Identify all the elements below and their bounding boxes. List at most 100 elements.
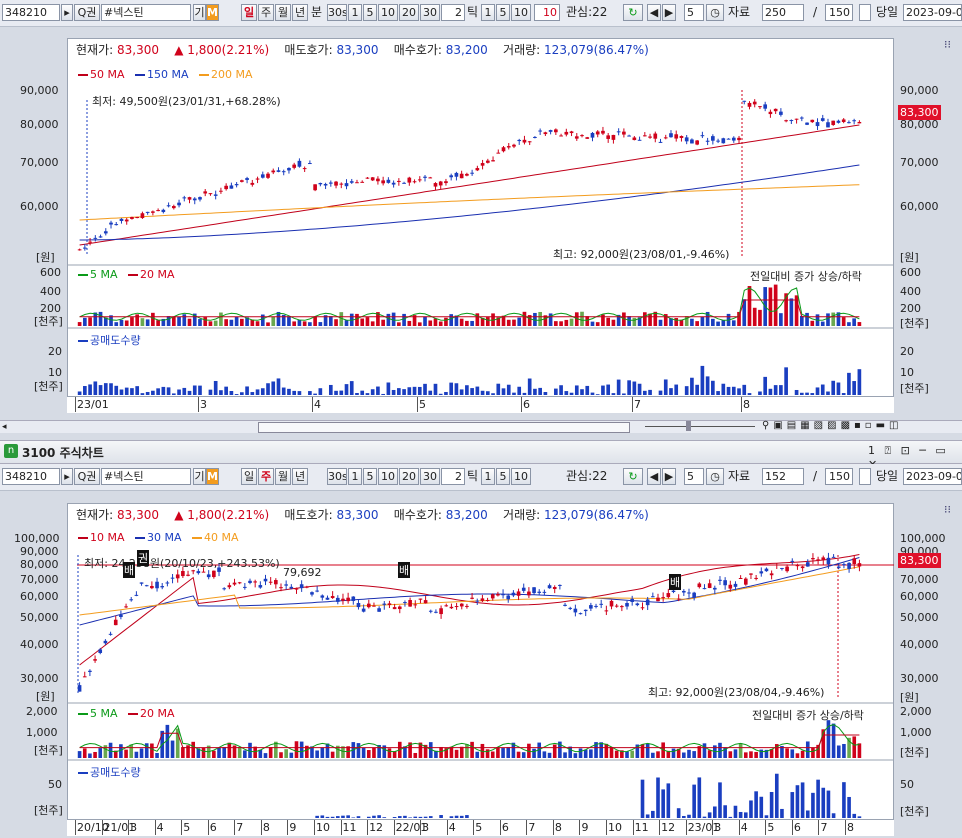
tick-10[interactable]: 10 xyxy=(511,468,531,485)
refresh-icon[interactable]: ↻ xyxy=(623,468,643,485)
refresh-icon[interactable]: ↻ xyxy=(623,4,643,21)
candle-body xyxy=(196,571,201,574)
x-tick xyxy=(552,820,554,835)
volume-bar xyxy=(811,747,815,758)
tick-input[interactable]: 2 xyxy=(441,468,465,485)
search-icon[interactable]: Q권 xyxy=(74,468,100,485)
candle-body xyxy=(559,135,563,137)
settings-icon[interactable]: ⁝⁝ xyxy=(944,503,951,516)
top-min-note: 최저: 49,500원(23/01/31,+68.28%) xyxy=(92,95,281,108)
x-tick xyxy=(287,820,289,835)
candle-body xyxy=(490,594,495,599)
volume-bar xyxy=(212,750,216,758)
candle-body xyxy=(651,596,655,598)
stock-name-input[interactable]: #넥스틴 xyxy=(101,468,191,485)
short-sell-bar xyxy=(413,816,418,818)
next-icon[interactable]: ▶ xyxy=(662,4,676,21)
period-1[interactable]: 1 xyxy=(348,468,362,485)
short-sell-bar xyxy=(334,390,338,395)
period-10[interactable]: 10 xyxy=(378,468,398,485)
candle-body xyxy=(387,603,392,606)
count-5-input[interactable]: 5 xyxy=(684,468,704,485)
settings-icon[interactable]: ⁝⁝ xyxy=(944,38,951,51)
x-label: 11 xyxy=(634,821,649,834)
period-day[interactable]: 일 xyxy=(241,4,257,21)
gi-button[interactable]: 기 xyxy=(193,4,206,21)
dangil-checkbox[interactable] xyxy=(859,468,871,485)
jaryo-select[interactable]: 250 xyxy=(762,4,804,21)
tick-input[interactable]: 2 xyxy=(441,4,465,21)
candle-body xyxy=(320,595,325,598)
zoom-slider-track[interactable] xyxy=(645,426,755,427)
period-10[interactable]: 10 xyxy=(378,4,398,21)
play-icon[interactable]: ▸ xyxy=(61,468,73,485)
count-input[interactable]: 150 xyxy=(825,468,853,485)
top-y-80000-left: 80,000 xyxy=(20,118,59,131)
stock-code-input[interactable]: 348210 xyxy=(2,468,60,485)
period-30[interactable]: 30 xyxy=(420,4,440,21)
x-label: 5 xyxy=(767,821,775,834)
volume-bar xyxy=(268,747,273,758)
scroll-thumb[interactable] xyxy=(258,422,630,433)
period-year[interactable]: 년 xyxy=(292,4,308,21)
candle-body xyxy=(847,562,851,569)
m-button[interactable]: M xyxy=(206,4,219,21)
period-week[interactable]: 주 xyxy=(258,468,274,485)
clock-icon[interactable]: ◷ xyxy=(706,468,724,485)
play-icon[interactable]: ▸ xyxy=(61,4,73,21)
candle-body xyxy=(611,134,616,140)
stock-name-input[interactable]: #넥스틴 xyxy=(101,4,191,21)
tick-5[interactable]: 5 xyxy=(496,468,510,485)
date-input[interactable]: 2023-09-0 xyxy=(903,4,962,21)
gi-button[interactable]: 기 xyxy=(193,468,206,485)
period-5[interactable]: 5 xyxy=(363,468,377,485)
prev-icon[interactable]: ◀ xyxy=(647,468,661,485)
m-button[interactable]: M xyxy=(206,468,219,485)
stock-code-input[interactable]: 348210 xyxy=(2,4,60,21)
tick-1[interactable]: 1 xyxy=(481,468,495,485)
period-30s[interactable]: 30s xyxy=(327,4,347,21)
candle-body xyxy=(219,190,223,192)
x-label: 11 xyxy=(342,821,357,834)
top-scrollbar[interactable]: ◂ ⚲▣▤▦▧▨▩▪▫▬◫ xyxy=(0,420,962,433)
volume-bar xyxy=(313,316,317,326)
count-5-input[interactable]: 5 xyxy=(684,4,704,21)
search-icon[interactable]: Q권 xyxy=(74,4,100,21)
scroll-left-icon[interactable]: ◂ xyxy=(2,422,7,432)
period-20[interactable]: 20 xyxy=(399,4,419,21)
volume-bar xyxy=(292,321,297,326)
clock-icon[interactable]: ◷ xyxy=(706,4,724,21)
tick-1[interactable]: 1 xyxy=(481,4,495,21)
period-20[interactable]: 20 xyxy=(399,468,419,485)
date-input[interactable]: 2023-09-0 xyxy=(903,468,962,485)
volume-bar xyxy=(614,750,619,758)
dangil-checkbox[interactable] xyxy=(859,4,871,21)
tick-5[interactable]: 5 xyxy=(496,4,510,21)
period-day[interactable]: 일 xyxy=(241,468,257,485)
volume-bar xyxy=(156,320,160,326)
tick-10-input[interactable]: 10 xyxy=(534,4,560,21)
period-month[interactable]: 월 xyxy=(275,468,291,485)
tick-10[interactable]: 10 xyxy=(511,4,531,21)
period-30[interactable]: 30 xyxy=(420,468,440,485)
zoom-slider-handle[interactable] xyxy=(686,421,691,431)
top-vol-unit-left: [천주] xyxy=(34,315,63,328)
period-1[interactable]: 1 xyxy=(348,4,362,21)
short-sell-bar xyxy=(292,390,297,395)
count-input[interactable]: 150 xyxy=(825,4,853,21)
top-volume-note: 전일대비 증가 상승/하락 xyxy=(750,270,862,283)
period-5[interactable]: 5 xyxy=(363,4,377,21)
period-30s[interactable]: 30s xyxy=(327,468,347,485)
chart-tool-icons[interactable]: ⚲▣▤▦▧▨▩▪▫▬◫ xyxy=(762,420,902,431)
next-icon[interactable]: ▶ xyxy=(662,468,676,485)
candle-body xyxy=(816,559,820,561)
short-sell-bar xyxy=(663,379,668,395)
x-label: 9 xyxy=(581,821,589,834)
volume-bar xyxy=(773,284,778,326)
jaryo-select[interactable]: 152 xyxy=(762,468,804,485)
period-year[interactable]: 년 xyxy=(292,468,308,485)
prev-icon[interactable]: ◀ xyxy=(647,4,661,21)
candle-body xyxy=(852,120,856,122)
period-week[interactable]: 주 xyxy=(258,4,274,21)
period-month[interactable]: 월 xyxy=(275,4,291,21)
